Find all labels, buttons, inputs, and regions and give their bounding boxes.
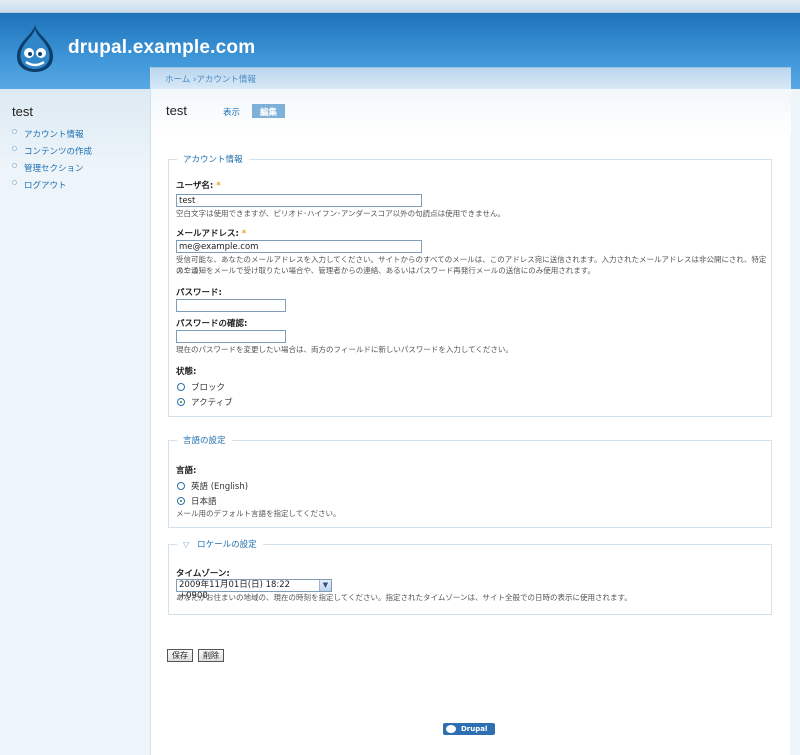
status-active-label: アクティブ bbox=[191, 398, 233, 408]
account-fieldset: アカウント情報 ユーザ名: * test 空白文字は使用できますが、ピリオド･ハイ… bbox=[168, 153, 772, 417]
browser-top-strip bbox=[0, 0, 800, 13]
required-mark: * bbox=[241, 229, 247, 239]
locale-fieldset: ▽ ロケールの設定 タイムゾーン: 2009年11月01日(日) 18:22 +0… bbox=[168, 538, 772, 615]
timezone-select[interactable]: 2009年11月01日(日) 18:22 +0900 ▼ bbox=[176, 579, 332, 601]
tab-edit[interactable]: 編集 bbox=[252, 104, 286, 118]
status-blocked-label: ブロック bbox=[191, 383, 226, 393]
status-blocked-radio[interactable]: ブロック bbox=[177, 381, 225, 393]
timezone-description: あなたがお住まいの地域の、現在の時刻を指定してください。指定されたタイムゾーンは… bbox=[176, 593, 632, 602]
sidebar-item-create-content[interactable]: コンテンツの作成 bbox=[12, 142, 92, 159]
sidebar-item-label[interactable]: ログアウト bbox=[24, 179, 67, 191]
language-english-label: 英語 (English) bbox=[191, 482, 249, 492]
language-legend: 言語の設定 bbox=[183, 436, 226, 446]
language-english-radio[interactable]: 英語 (English) bbox=[177, 480, 248, 492]
breadcrumb-home[interactable]: ホーム bbox=[165, 75, 190, 85]
radio-icon[interactable] bbox=[177, 482, 185, 490]
status-label: 状態: bbox=[176, 367, 197, 377]
bullet-icon bbox=[12, 163, 17, 168]
bullet-icon bbox=[12, 180, 17, 185]
bullet-icon bbox=[12, 129, 17, 134]
radio-selected-icon[interactable] bbox=[177, 497, 185, 505]
sidebar-item-account[interactable]: アカウント情報 bbox=[12, 125, 92, 142]
sidebar-item-label[interactable]: 管理セクション bbox=[24, 162, 84, 174]
drupal-drop-icon bbox=[446, 725, 456, 733]
tab-view[interactable]: 表示 bbox=[215, 104, 248, 118]
language-label: 言語: bbox=[176, 466, 197, 476]
bullet-icon bbox=[12, 146, 17, 151]
password-confirm-input[interactable] bbox=[176, 330, 286, 343]
powered-label: Drupal bbox=[461, 725, 488, 733]
site-name[interactable]: drupal.example.com bbox=[68, 37, 255, 59]
password-description: 現在のパスワードを変更したい場合は、両方のフィールドに新しいパスワードを入力して… bbox=[176, 345, 513, 354]
chevron-down-icon[interactable]: ▼ bbox=[319, 580, 331, 591]
sidebar-item-logout[interactable]: ログアウト bbox=[12, 176, 92, 193]
drupal-logo-icon[interactable] bbox=[14, 23, 56, 73]
save-button[interactable]: 保存 bbox=[167, 649, 193, 662]
email-description-2: スや通知をメールで受け取りたい場合や、管理者からの連絡、あるいはパスワード再発行… bbox=[176, 266, 596, 275]
sidebar-title: test bbox=[12, 104, 33, 119]
email-label: メールアドレス: * bbox=[176, 229, 247, 239]
language-japanese-radio[interactable]: 日本語 bbox=[177, 495, 217, 507]
breadcrumb-bar: ホーム ›アカウント情報 bbox=[151, 67, 791, 89]
language-fieldset: 言語の設定 言語: 英語 (English) 日本語 メール用のデフォルト言語を… bbox=[168, 434, 772, 528]
locale-legend[interactable]: ▽ ロケールの設定 bbox=[177, 538, 263, 550]
username-input[interactable]: test bbox=[176, 194, 422, 207]
status-active-radio[interactable]: アクティブ bbox=[177, 396, 233, 408]
breadcrumb-current[interactable]: アカウント情報 bbox=[196, 75, 256, 85]
language-japanese-label: 日本語 bbox=[191, 497, 217, 507]
password-label: パスワード: bbox=[176, 288, 222, 298]
password-input[interactable] bbox=[176, 299, 286, 312]
account-legend: アカウント情報 bbox=[183, 155, 243, 165]
sidebar-item-admin[interactable]: 管理セクション bbox=[12, 159, 92, 176]
collapse-triangle-icon[interactable]: ▽ bbox=[183, 540, 189, 549]
password-confirm-label: パスワードの確認: bbox=[176, 319, 248, 329]
sidebar-item-label[interactable]: コンテンツの作成 bbox=[24, 145, 92, 157]
sidebar-menu: アカウント情報 コンテンツの作成 管理セクション ログアウト bbox=[12, 125, 92, 193]
username-label: ユーザ名: * bbox=[176, 181, 221, 191]
radio-icon[interactable] bbox=[177, 383, 185, 391]
breadcrumb: ホーム ›アカウント情報 bbox=[165, 73, 256, 85]
required-mark: * bbox=[216, 181, 221, 191]
sidebar: test アカウント情報 コンテンツの作成 管理セクション ログアウト bbox=[0, 89, 150, 755]
radio-selected-icon[interactable] bbox=[177, 398, 185, 406]
powered-by-drupal-badge[interactable]: Drupal bbox=[443, 723, 495, 735]
sidebar-item-label[interactable]: アカウント情報 bbox=[24, 128, 84, 140]
delete-button[interactable]: 削除 bbox=[198, 649, 224, 662]
main-content: ホーム ›アカウント情報 test 表示 編集 アカウント情報 ユーザ名: * t… bbox=[150, 67, 791, 755]
email-input[interactable]: me@example.com bbox=[176, 240, 422, 253]
page-title: test bbox=[166, 103, 187, 118]
language-description: メール用のデフォルト言語を指定してください。 bbox=[176, 509, 341, 518]
username-description: 空白文字は使用できますが、ピリオド･ハイフン･アンダースコア以外の句読点は使用で… bbox=[176, 209, 505, 218]
timezone-label: タイムゾーン: bbox=[176, 569, 230, 579]
